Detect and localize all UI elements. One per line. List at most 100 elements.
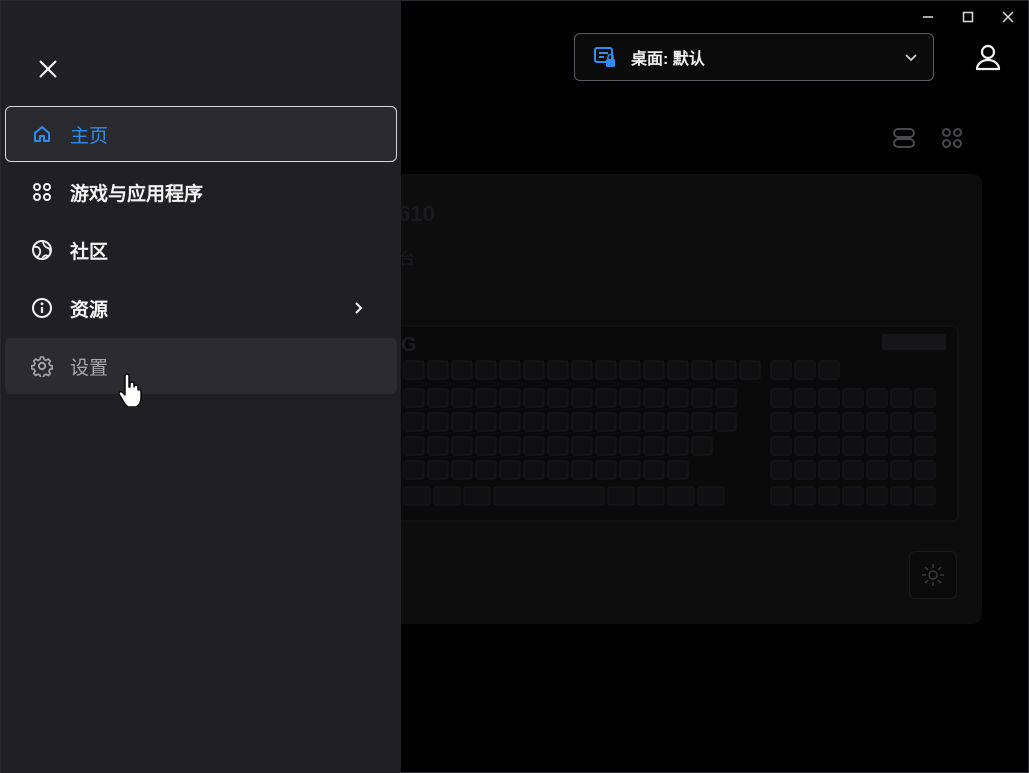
keyboard-key — [499, 460, 521, 480]
keyboard-key — [794, 436, 816, 456]
apps-grid-icon — [30, 180, 54, 204]
keyboard-key — [667, 460, 689, 480]
keyboard-key — [595, 436, 617, 456]
keyboard-key — [890, 412, 912, 432]
keyboard-key — [697, 486, 725, 506]
keyboard-key — [794, 360, 816, 380]
keyboard-key — [667, 486, 695, 506]
account-icon[interactable] — [975, 43, 1001, 71]
keyboard-key — [499, 436, 521, 456]
keyboard-key — [842, 388, 864, 408]
keyboard-key — [691, 436, 713, 456]
menu-item-label: 游戏与应用程序 — [70, 183, 204, 205]
keyboard-key — [427, 436, 449, 456]
keyboard-key — [818, 460, 840, 480]
keyboard-key — [547, 360, 569, 380]
keyboard-key — [547, 436, 569, 456]
keyboard-key — [643, 388, 665, 408]
close-window-button[interactable] — [988, 1, 1028, 33]
grid-view-icon[interactable] — [940, 126, 964, 150]
keyboard-key — [842, 436, 864, 456]
keyboard-key — [427, 412, 449, 432]
keyboard-key — [715, 360, 737, 380]
maximize-icon — [962, 11, 974, 23]
keyboard-image[interactable]: G — [386, 301, 961, 526]
keyboard-key — [403, 412, 425, 432]
desktop-profile-icon — [594, 47, 615, 67]
keyboard-key — [715, 388, 737, 408]
keyboard-key — [691, 360, 713, 380]
keyboard-key — [451, 388, 473, 408]
profile-label: 桌面: 默认 — [631, 51, 705, 68]
maximize-button[interactable] — [948, 1, 988, 33]
keyboard-key — [842, 412, 864, 432]
keyboard-key — [794, 388, 816, 408]
keyboard-key — [499, 360, 521, 380]
minimize-button[interactable] — [908, 1, 948, 33]
menu-item-community[interactable]: 社区 — [5, 222, 397, 278]
keyboard-key — [523, 436, 545, 456]
menu-item-label: 主页 — [70, 125, 109, 147]
menu-item-home[interactable]: 主页 — [5, 106, 397, 162]
keyboard-key — [427, 388, 449, 408]
keyboard-key — [890, 388, 912, 408]
keyboard-key — [890, 436, 912, 456]
keyboard-key — [571, 388, 593, 408]
keyboard-key — [794, 486, 816, 506]
profile-dropdown[interactable]: 桌面: 默认 — [574, 33, 934, 81]
menu-item-settings[interactable]: 设置 — [5, 338, 397, 394]
menu-item-label: 社区 — [70, 241, 109, 263]
window-controls — [908, 1, 1028, 33]
keyboard-key — [451, 412, 473, 432]
home-icon — [30, 122, 54, 146]
keyboard-key — [619, 436, 641, 456]
keyboard-key — [866, 388, 888, 408]
keyboard-key — [770, 360, 792, 380]
keyboard-key — [691, 412, 713, 432]
keyboard-key — [739, 360, 761, 380]
keyboard-key — [914, 388, 936, 408]
keyboard-key — [794, 460, 816, 480]
keyboard-key — [475, 460, 497, 480]
keyboard-key — [818, 412, 840, 432]
keyboard-key — [818, 360, 840, 380]
keyboard-key — [547, 388, 569, 408]
community-globe-icon — [30, 238, 54, 262]
keyboard-key — [818, 388, 840, 408]
keyboard-key — [571, 360, 593, 380]
keyboard-key — [770, 436, 792, 456]
keyboard-key — [547, 460, 569, 480]
keyboard-key — [866, 412, 888, 432]
keyboard-key — [475, 360, 497, 380]
keyboard-key — [667, 436, 689, 456]
chevron-right-icon — [355, 302, 363, 314]
keyboard-key — [499, 412, 521, 432]
keyboard-key — [427, 460, 449, 480]
keyboard-key — [403, 388, 425, 408]
keyboard-key — [770, 460, 792, 480]
keyboard-key — [914, 436, 936, 456]
menu-item-games-apps[interactable]: 游戏与应用程序 — [5, 164, 397, 220]
keyboard-key — [547, 412, 569, 432]
lighting-button[interactable] — [909, 551, 957, 599]
app-window: G610 台 G 桌面: 默认 主页 游戏与应用程序 社区 资源 设置 — [0, 0, 1029, 773]
keyboard-key — [715, 412, 737, 432]
keyboard-key — [842, 460, 864, 480]
keyboard-key — [571, 460, 593, 480]
close-menu-button[interactable] — [35, 56, 61, 82]
keyboard-key — [595, 388, 617, 408]
keyboard-key — [619, 360, 641, 380]
keyboard-key — [667, 360, 689, 380]
keyboard-key — [451, 360, 473, 380]
keyboard-key — [691, 388, 713, 408]
info-icon — [30, 296, 54, 320]
menu-item-resources[interactable]: 资源 — [5, 280, 397, 336]
hand-cursor-icon — [118, 373, 142, 407]
keyboard-key — [866, 460, 888, 480]
keyboard-key — [667, 412, 689, 432]
list-view-icon[interactable] — [892, 126, 916, 150]
keyboard-key — [433, 486, 461, 506]
keyboard-key — [866, 436, 888, 456]
keyboard-logo: G — [401, 334, 417, 356]
keyboard-key — [619, 460, 641, 480]
